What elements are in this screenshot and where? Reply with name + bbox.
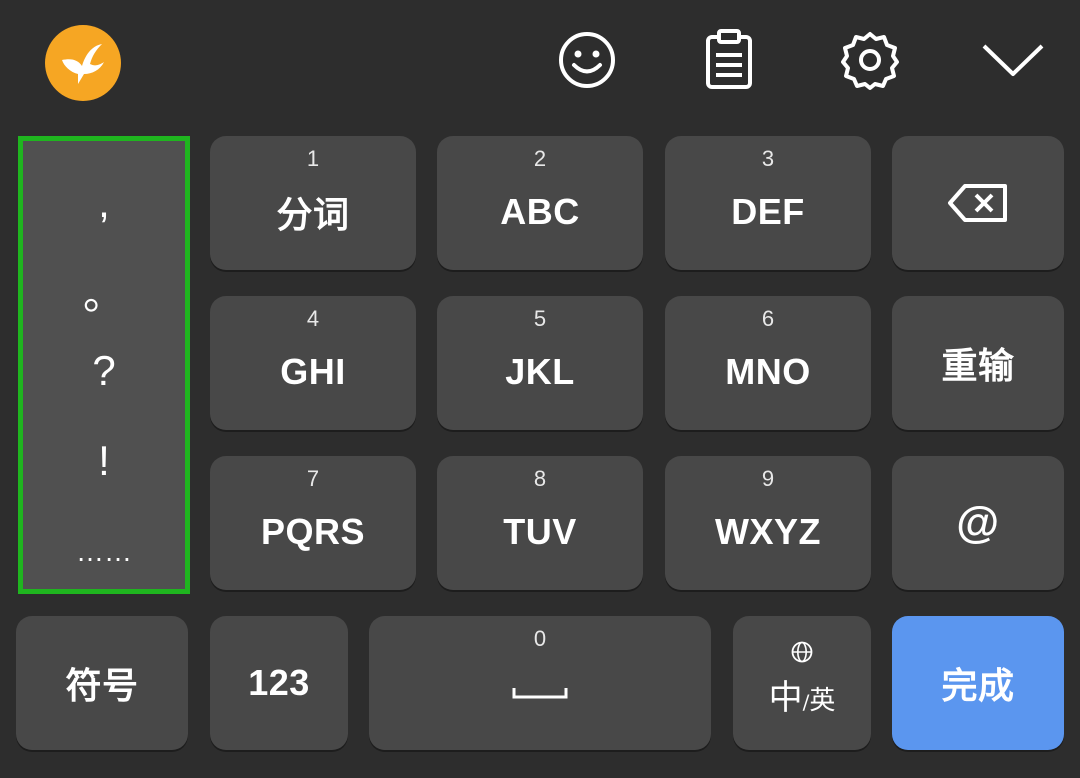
language-labels: 中/英 bbox=[769, 670, 836, 719]
backspace-key[interactable] bbox=[892, 136, 1064, 270]
done-label: 完成 bbox=[941, 666, 1015, 707]
punct-ellipsis[interactable]: …… bbox=[23, 536, 185, 568]
key-number: 1 bbox=[306, 146, 320, 171]
key-6-mno[interactable]: 6 MNO bbox=[665, 296, 871, 430]
key-label: JKL bbox=[505, 351, 575, 392]
key-label: 分词 bbox=[276, 195, 350, 236]
numbers-label: 123 bbox=[248, 662, 310, 703]
collapse-chevron-icon[interactable] bbox=[978, 28, 1048, 92]
numbers-key[interactable]: 123 bbox=[210, 616, 348, 750]
key-number: 4 bbox=[306, 306, 320, 331]
key-1-segment[interactable]: 1 分词 bbox=[210, 136, 416, 270]
key-number: 2 bbox=[533, 146, 547, 171]
key-number: 6 bbox=[761, 306, 775, 331]
lang-main: 中 bbox=[768, 677, 803, 718]
key-label: TUV bbox=[503, 511, 577, 552]
reinput-key[interactable]: 重输 bbox=[892, 296, 1064, 430]
key-label: GHI bbox=[280, 351, 346, 392]
at-key[interactable]: @ bbox=[892, 456, 1064, 590]
key-number: 8 bbox=[533, 466, 547, 491]
clipboard-icon[interactable] bbox=[697, 28, 761, 92]
punct-question[interactable]: ? bbox=[23, 347, 185, 395]
punct-comma[interactable]: , bbox=[23, 179, 185, 227]
at-label: @ bbox=[956, 498, 1000, 547]
settings-icon[interactable] bbox=[838, 28, 902, 92]
key-2-abc[interactable]: 2 ABC bbox=[437, 136, 643, 270]
space-key[interactable]: 0 bbox=[369, 616, 711, 750]
reinput-label: 重输 bbox=[941, 346, 1015, 387]
key-label: PQRS bbox=[260, 511, 366, 552]
key-number: 3 bbox=[761, 146, 775, 171]
punctuation-column: , 。 ? ! …… bbox=[18, 136, 190, 594]
space-icon bbox=[512, 688, 568, 699]
key-label: MNO bbox=[725, 351, 811, 392]
symbols-key[interactable]: 符号 bbox=[16, 616, 188, 750]
hummingbird-logo[interactable] bbox=[45, 25, 121, 101]
keyboard-toolbar bbox=[0, 0, 1080, 125]
key-label: WXYZ bbox=[715, 511, 821, 552]
key-8-tuv[interactable]: 8 TUV bbox=[437, 456, 643, 590]
symbols-label: 符号 bbox=[65, 666, 139, 707]
punct-period[interactable]: 。 bbox=[23, 261, 185, 322]
key-label: ABC bbox=[500, 191, 580, 232]
emoji-icon[interactable] bbox=[555, 28, 619, 92]
backspace-icon bbox=[948, 184, 1007, 222]
key-number: 7 bbox=[306, 466, 320, 491]
key-4-ghi[interactable]: 4 GHI bbox=[210, 296, 416, 430]
done-button[interactable]: 完成 bbox=[892, 616, 1064, 750]
hummingbird-icon bbox=[62, 44, 104, 84]
key-number: 9 bbox=[761, 466, 775, 491]
key-7-pqrs[interactable]: 7 PQRS bbox=[210, 456, 416, 590]
globe-icon bbox=[791, 641, 813, 662]
key-label: DEF bbox=[731, 191, 805, 232]
lang-alt: 英 bbox=[809, 685, 836, 716]
key-5-jkl[interactable]: 5 JKL bbox=[437, 296, 643, 430]
key-number: 5 bbox=[533, 306, 547, 331]
key-3-def[interactable]: 3 DEF bbox=[665, 136, 871, 270]
key-9-wxyz[interactable]: 9 WXYZ bbox=[665, 456, 871, 590]
punct-exclamation[interactable]: ! bbox=[23, 437, 185, 485]
key-number: 0 bbox=[533, 626, 547, 651]
language-switch-key[interactable]: 中/英 bbox=[733, 616, 871, 750]
